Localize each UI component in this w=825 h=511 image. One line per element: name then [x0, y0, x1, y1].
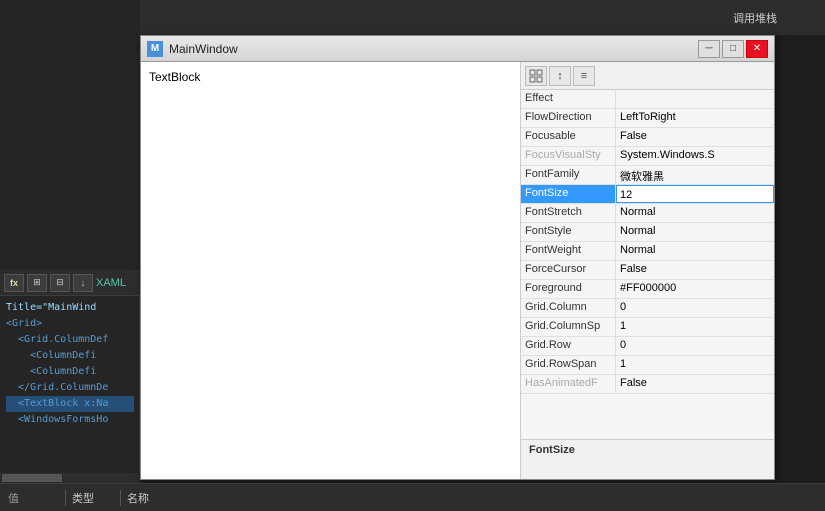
bottom-separator-2	[120, 490, 121, 506]
prop-value: System.Windows.S	[616, 147, 774, 165]
code-line: <ColumnDefi	[6, 364, 134, 380]
prop-value[interactable]	[616, 185, 774, 203]
prop-row[interactable]: Effect	[521, 90, 774, 109]
code-line: </Grid.ColumnDe	[6, 380, 134, 396]
prop-row[interactable]: FontFamily微软雅黑	[521, 166, 774, 185]
code-line: <WindowsFormsHo	[6, 412, 134, 428]
main-window: M MainWindow ─ □ ✕ TextBlock	[140, 35, 775, 480]
prop-row[interactable]: FontStretchNormal	[521, 204, 774, 223]
prop-value: False	[616, 128, 774, 146]
window-title: MainWindow	[169, 42, 698, 56]
top-area: 调用堆栈	[140, 0, 825, 35]
prop-name: ForceCursor	[521, 261, 616, 279]
description-label: FontSize	[529, 444, 575, 456]
prop-row[interactable]: Grid.RowSpan1	[521, 356, 774, 375]
prop-row[interactable]: Grid.Column0	[521, 299, 774, 318]
prop-name: Grid.Row	[521, 337, 616, 355]
prop-row[interactable]: FontStyleNormal	[521, 223, 774, 242]
code-line: <ColumnDefi	[6, 348, 134, 364]
grid-icon	[529, 69, 543, 83]
prop-row[interactable]: Grid.Row0	[521, 337, 774, 356]
prop-name: HasAnimatedF	[521, 375, 616, 393]
bottom-separator-1	[65, 490, 66, 506]
prop-name: FontFamily	[521, 166, 616, 184]
code-toolbar: fx ⊞ ⊟ ↓ XAML	[0, 270, 140, 296]
prop-value: Normal	[616, 204, 774, 222]
props-sort-btn[interactable]: ↕	[549, 66, 571, 86]
code-line: <Grid>	[6, 316, 134, 332]
prop-name: Foreground	[521, 280, 616, 298]
code-line-selected: <TextBlock x:Na	[6, 396, 134, 412]
prop-name: FontStyle	[521, 223, 616, 241]
bottom-bar: 值 类型 名称	[0, 483, 825, 511]
prop-name: FontStretch	[521, 204, 616, 222]
window-icon: M	[147, 41, 163, 57]
prop-name: Effect	[521, 90, 616, 108]
close-button[interactable]: ✕	[746, 40, 768, 58]
split-button[interactable]: ⊟	[50, 274, 70, 292]
props-toolbar: ↕ ≡	[521, 62, 774, 90]
sort-icon: ↕	[557, 70, 563, 82]
prop-name: Focusable	[521, 128, 616, 146]
prop-name: FocusVisualSty	[521, 147, 616, 165]
props-table[interactable]: EffectFlowDirectionLeftToRightFocusableF…	[521, 90, 774, 439]
props-grid-btn[interactable]	[525, 66, 547, 86]
maximize-button[interactable]: □	[722, 40, 744, 58]
props-rows: EffectFlowDirectionLeftToRightFocusableF…	[521, 90, 774, 394]
prop-value: 0	[616, 337, 774, 355]
prop-row[interactable]: FlowDirectionLeftToRight	[521, 109, 774, 128]
arrow-button[interactable]: ↓	[73, 274, 93, 292]
code-scrollbar[interactable]	[0, 473, 140, 483]
list-icon: ≡	[581, 70, 587, 82]
bottom-bar-type-label: 类型	[72, 490, 94, 506]
prop-value: #FF000000	[616, 280, 774, 298]
code-line: Title="MainWind	[6, 300, 134, 316]
prop-row[interactable]: HasAnimatedFFalse	[521, 375, 774, 394]
prop-value-input[interactable]	[620, 187, 770, 202]
properties-panel: ↕ ≡ EffectFlowDirectionLeftToRightFocusa…	[521, 62, 774, 479]
props-description: FontSize	[521, 439, 774, 479]
prop-row[interactable]: Grid.ColumnSp1	[521, 318, 774, 337]
prop-value: False	[616, 375, 774, 393]
prop-name: Grid.Column	[521, 299, 616, 317]
prop-value: 1	[616, 356, 774, 374]
grid-button[interactable]: ⊞	[27, 274, 47, 292]
left-sidebar: fx ⊞ ⊟ ↓ XAML Title="MainWind <Grid> <Gr…	[0, 0, 140, 511]
code-line: <Grid.ColumnDef	[6, 332, 134, 348]
xaml-label: XAML	[96, 277, 126, 289]
prop-name: FlowDirection	[521, 109, 616, 127]
code-content: Title="MainWind <Grid> <Grid.ColumnDef <…	[0, 296, 140, 432]
preview-area: TextBlock	[141, 62, 521, 479]
callstack-tab-label: 调用堆栈	[733, 10, 777, 26]
prop-value: 0	[616, 299, 774, 317]
prop-row[interactable]: FocusVisualStySystem.Windows.S	[521, 147, 774, 166]
prop-value: Normal	[616, 223, 774, 241]
prop-name: Grid.ColumnSp	[521, 318, 616, 336]
prop-value: False	[616, 261, 774, 279]
prop-name: Grid.RowSpan	[521, 356, 616, 374]
prop-row[interactable]: Foreground#FF000000	[521, 280, 774, 299]
prop-value: LeftToRight	[616, 109, 774, 127]
prop-name: FontWeight	[521, 242, 616, 260]
prop-value: Normal	[616, 242, 774, 260]
prop-row[interactable]: FontSize	[521, 185, 774, 204]
window-content: TextBlock ↕ ≡	[141, 62, 774, 479]
prop-row[interactable]: ForceCursorFalse	[521, 261, 774, 280]
minimize-button[interactable]: ─	[698, 40, 720, 58]
prop-value: 1	[616, 318, 774, 336]
textblock-element: TextBlock	[149, 70, 200, 84]
prop-value: 微软雅黑	[616, 166, 774, 184]
prop-row[interactable]: FocusableFalse	[521, 128, 774, 147]
prop-value	[616, 90, 774, 108]
title-bar-buttons: ─ □ ✕	[698, 40, 768, 58]
prop-row[interactable]: FontWeightNormal	[521, 242, 774, 261]
props-list-btn[interactable]: ≡	[573, 66, 595, 86]
prop-name: FontSize	[521, 185, 616, 203]
title-bar: M MainWindow ─ □ ✕	[141, 36, 774, 62]
fx-button[interactable]: fx	[4, 274, 24, 292]
bottom-bar-value-label: 值	[8, 490, 19, 506]
bottom-bar-name-label: 名称	[127, 490, 149, 506]
